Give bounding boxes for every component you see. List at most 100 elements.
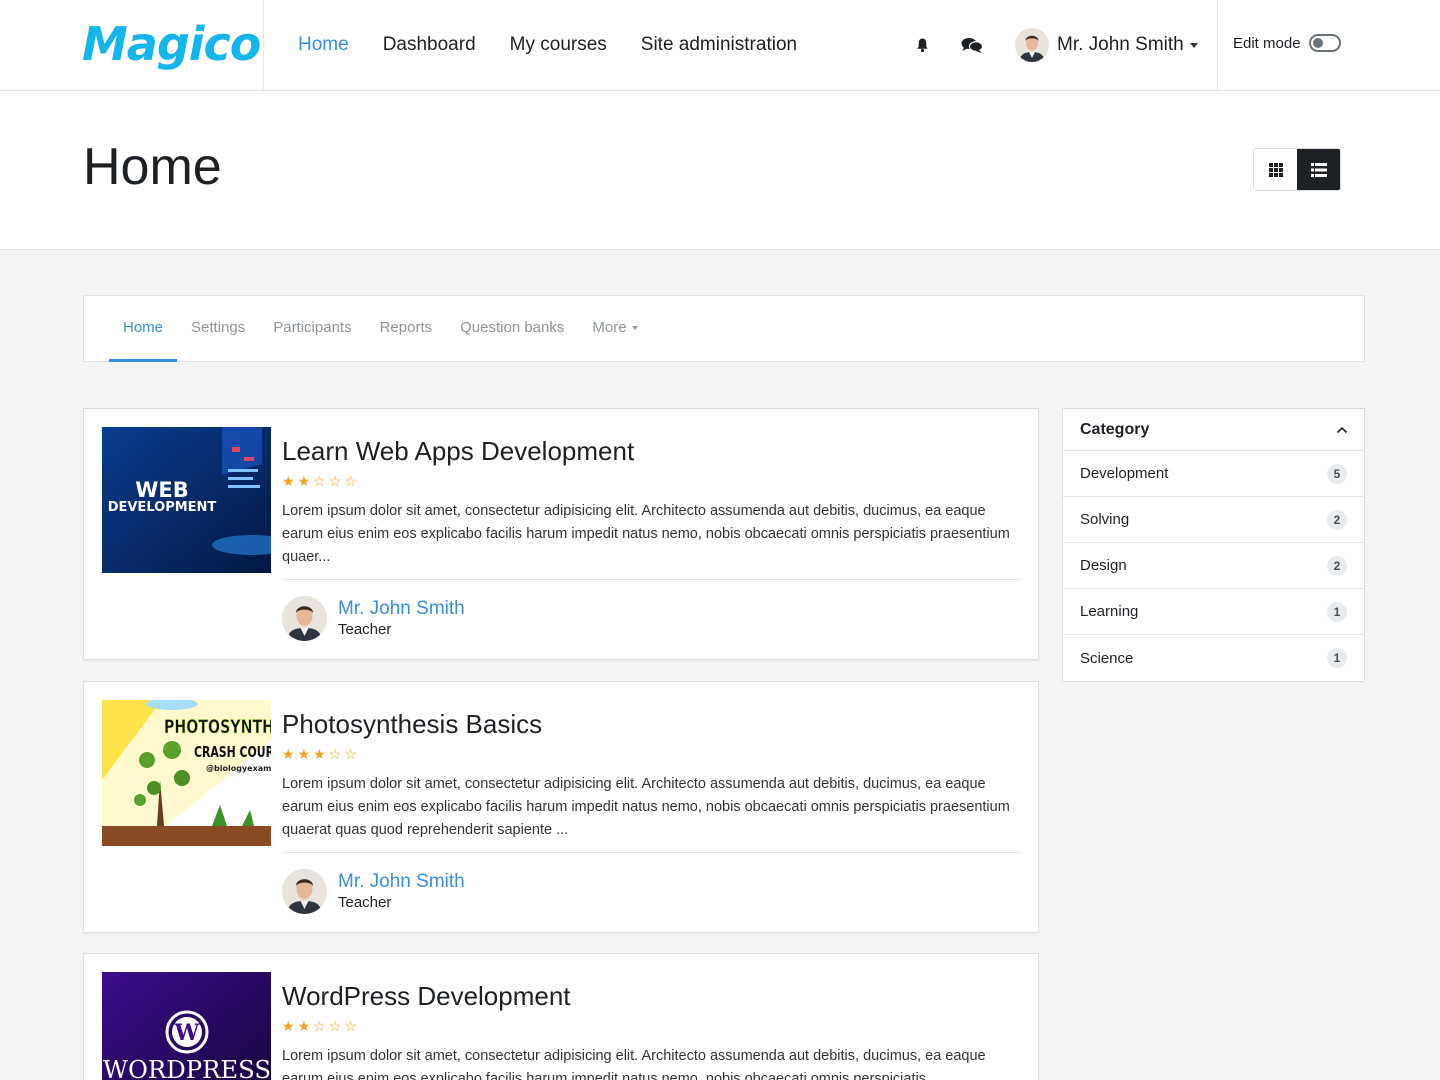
teacher-avatar[interactable]: [282, 869, 327, 914]
star-filled-icon: ★: [297, 1018, 311, 1034]
category-filter: Category Development 5 Solving 2 Design …: [1062, 408, 1365, 682]
course-rating: ★ ★ ☆ ☆ ☆: [282, 473, 1022, 489]
tab-participants[interactable]: Participants: [259, 296, 365, 362]
svg-text:W: W: [174, 1020, 200, 1046]
chevron-up-icon: [1336, 426, 1348, 433]
course-thumbnail[interactable]: PHOTOSYNTH CRASH COUR @biologyexams4: [102, 700, 271, 846]
top-navbar: Magico Home Dashboard My courses Site ad…: [0, 0, 1440, 91]
list-view-button[interactable]: [1297, 149, 1340, 190]
thumb-text-handle: @biologyexams4: [206, 764, 271, 773]
nav-link-dashboard[interactable]: Dashboard: [383, 34, 476, 56]
category-name: Design: [1080, 557, 1127, 574]
chevron-down-icon: [1189, 42, 1198, 48]
card-divider: [282, 852, 1022, 853]
messages-button[interactable]: [961, 34, 983, 56]
user-name: Mr. John Smith: [1057, 34, 1184, 55]
notifications-button[interactable]: [911, 34, 933, 56]
grid-view-button[interactable]: [1254, 149, 1297, 190]
course-title[interactable]: Photosynthesis Basics: [282, 704, 1022, 744]
course-title[interactable]: Learn Web Apps Development: [282, 431, 1022, 471]
user-menu-toggle[interactable]: Mr. John Smith: [1015, 27, 1198, 63]
page-header: Home: [0, 91, 1440, 250]
category-name: Learning: [1080, 603, 1139, 620]
user-avatar: [1015, 28, 1049, 62]
category-item-science[interactable]: Science 1: [1063, 635, 1364, 681]
page-title: Home: [83, 138, 222, 196]
course-title[interactable]: WordPress Development: [282, 976, 1022, 1016]
category-count-badge: 2: [1327, 555, 1347, 576]
star-empty-icon: ☆: [328, 1018, 342, 1034]
nav-link-my-courses[interactable]: My courses: [510, 34, 607, 56]
chat-bubbles-icon: [961, 37, 983, 53]
grid-icon: [1268, 162, 1283, 177]
star-filled-icon: ★: [282, 473, 295, 489]
bell-icon: [916, 38, 928, 53]
caret-down-icon: [631, 326, 638, 331]
teacher-role: Teacher: [338, 893, 392, 911]
teacher-avatar[interactable]: [282, 596, 327, 641]
category-name: Solving: [1080, 511, 1130, 528]
category-count-badge: 1: [1327, 601, 1347, 622]
star-empty-icon: ☆: [313, 1018, 326, 1034]
star-filled-icon: ★: [297, 746, 311, 762]
category-item-learning[interactable]: Learning 1: [1063, 589, 1364, 635]
star-empty-icon: ☆: [328, 473, 342, 489]
tab-settings[interactable]: Settings: [177, 296, 259, 362]
category-header[interactable]: Category: [1063, 409, 1364, 451]
thumb-text-crash-course: CRASH COUR: [194, 743, 271, 761]
category-name: Development: [1080, 465, 1169, 482]
teacher-name[interactable]: Mr. John Smith: [338, 598, 465, 620]
star-empty-icon: ☆: [344, 473, 357, 489]
brand-name: Magico: [82, 17, 261, 71]
course-card: WEB DEVELOPMENT Learn Web Apps Developme…: [83, 408, 1039, 660]
category-item-solving[interactable]: Solving 2: [1063, 497, 1364, 543]
navbar-divider: [263, 0, 264, 90]
tab-more[interactable]: More: [578, 296, 651, 362]
nav-link-site-administration[interactable]: Site administration: [641, 34, 797, 56]
star-filled-icon: ★: [297, 473, 311, 489]
category-item-development[interactable]: Development 5: [1063, 451, 1364, 497]
edit-mode-switch: Edit mode: [1233, 34, 1341, 52]
star-empty-icon: ☆: [344, 746, 357, 762]
course-rating: ★ ★ ☆ ☆ ☆: [282, 1018, 1022, 1034]
course-description: Lorem ipsum dolor sit amet, consectetur …: [282, 776, 1010, 838]
star-filled-icon: ★: [313, 746, 326, 762]
view-switcher: [1253, 148, 1341, 191]
course-teacher: Mr. John Smith Teacher: [282, 869, 1022, 914]
tab-home[interactable]: Home: [109, 296, 178, 362]
category-name: Science: [1080, 649, 1134, 667]
course-card: PHOTOSYNTH CRASH COUR @biologyexams4 Pho…: [83, 681, 1039, 933]
category-title: Category: [1080, 420, 1150, 438]
star-filled-icon: ★: [282, 1018, 295, 1034]
edit-mode-label: Edit mode: [1233, 34, 1301, 52]
course-thumbnail[interactable]: W WORDPRESS: [102, 972, 271, 1080]
tab-more-label: More: [592, 319, 627, 336]
star-empty-icon: ☆: [313, 473, 326, 489]
course-rating: ★ ★ ★ ☆ ☆: [282, 746, 1022, 762]
category-item-design[interactable]: Design 2: [1063, 543, 1364, 589]
list-icon: [1310, 162, 1327, 177]
tab-reports[interactable]: Reports: [366, 296, 447, 362]
thumb-text-development: DEVELOPMENT: [108, 500, 217, 515]
thumb-text-web: WEB: [135, 478, 189, 502]
thumb-text-photosynth: PHOTOSYNTH: [164, 716, 271, 738]
star-filled-icon: ★: [282, 746, 295, 762]
nav-link-home[interactable]: Home: [298, 34, 349, 56]
thumb-text-wordpress: WORDPRESS: [103, 1056, 271, 1080]
course-thumbnail[interactable]: WEB DEVELOPMENT: [102, 427, 271, 573]
toggle-knob: [1312, 38, 1323, 48]
star-empty-icon: ☆: [328, 746, 342, 762]
course-description: Lorem ipsum dolor sit amet, consectetur …: [282, 503, 1010, 565]
brand-logo[interactable]: Magico: [82, 14, 261, 74]
secondary-navigation: Home Settings Participants Reports Quest…: [83, 295, 1365, 362]
course-description: Lorem ipsum dolor sit amet, consectetur …: [282, 1048, 986, 1080]
edit-mode-toggle[interactable]: [1308, 34, 1341, 52]
category-count-badge: 2: [1327, 509, 1347, 530]
category-count-badge: 5: [1327, 463, 1347, 484]
course-teacher: Mr. John Smith Teacher: [282, 596, 1022, 641]
primary-navigation: Home Dashboard My courses Site administr…: [298, 0, 797, 90]
teacher-name[interactable]: Mr. John Smith: [338, 871, 465, 893]
navbar-divider-edit: [1217, 0, 1218, 90]
tab-question-banks[interactable]: Question banks: [446, 296, 578, 362]
category-count-badge: 1: [1327, 648, 1347, 668]
